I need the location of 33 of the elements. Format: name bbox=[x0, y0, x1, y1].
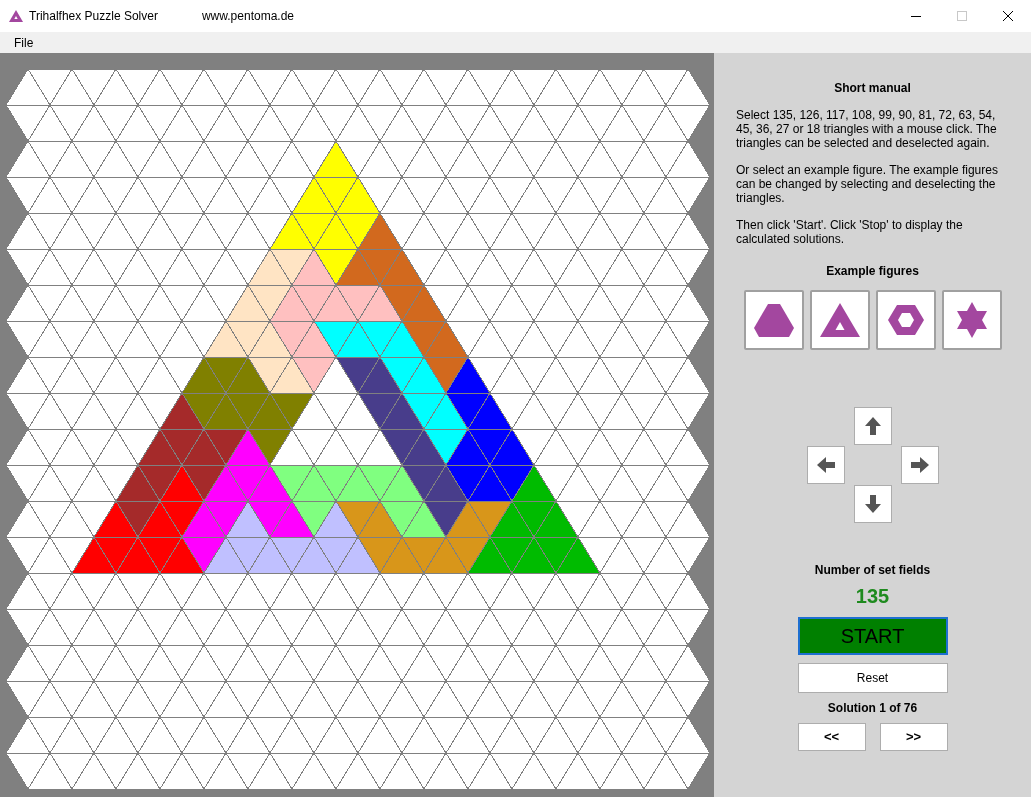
close-icon bbox=[1003, 11, 1013, 21]
move-down-button[interactable] bbox=[853, 485, 892, 523]
move-up-button[interactable] bbox=[853, 407, 892, 445]
window-title: Trihalfhex Puzzle Solver bbox=[29, 8, 158, 25]
arrow-down-icon bbox=[862, 494, 883, 514]
truncated-triangle-icon bbox=[753, 301, 794, 339]
manual-paragraph: Select 135, 126, 117, 108, 99, 90, 81, 72, 63, 54, 45, 36, 27 or 18 triangles with a mouse click. The triangles can be selected and deselected again. bbox=[736, 108, 998, 150]
arrow-left-icon bbox=[815, 455, 836, 475]
example-figure-button[interactable] bbox=[809, 290, 870, 350]
reset-button[interactable]: Reset bbox=[797, 663, 948, 693]
example-figure-button[interactable] bbox=[743, 290, 804, 350]
example-figure-button[interactable] bbox=[941, 290, 1002, 350]
counter-value: 135 bbox=[855, 584, 890, 608]
app-logo-icon bbox=[9, 10, 23, 22]
start-button[interactable]: START bbox=[797, 617, 948, 655]
hollow-triangle-icon bbox=[819, 301, 860, 339]
triangle-grid-drawing[interactable] bbox=[0, 53, 714, 797]
move-right-button[interactable] bbox=[900, 446, 939, 484]
manual-title: Short manual bbox=[834, 81, 911, 95]
previous-button[interactable]: << bbox=[797, 723, 866, 751]
maximize-icon bbox=[957, 11, 967, 21]
manual-paragraph: Or select an example figure. The example figures can be changed by selecting and deselecting the triangles. bbox=[736, 163, 999, 205]
section-title: Example figures bbox=[826, 264, 919, 278]
counter-label: Number of set fields bbox=[814, 563, 931, 577]
menu-item[interactable]: File bbox=[7, 33, 41, 52]
arrow-right-icon bbox=[909, 455, 930, 475]
example-figure-button[interactable] bbox=[875, 290, 936, 350]
arrow-up-icon bbox=[862, 416, 883, 436]
minimize-icon bbox=[911, 15, 921, 17]
solution-counter: Solution 1 of 76 bbox=[827, 701, 918, 715]
move-left-button[interactable] bbox=[806, 446, 845, 484]
manual-paragraph: Then click 'Start'. Click 'Stop' to display the calculated solutions. bbox=[736, 218, 964, 246]
next-button[interactable]: >> bbox=[879, 723, 948, 751]
